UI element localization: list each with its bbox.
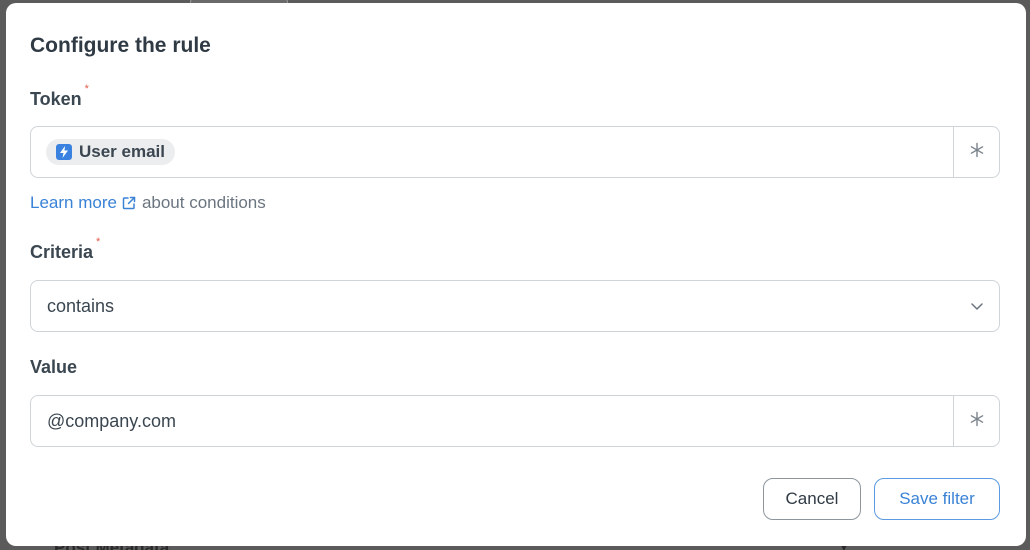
helper-suffix: about conditions <box>141 193 266 212</box>
token-chip-label: User email <box>79 142 165 161</box>
conditions-helper: Learn more about conditions <box>30 193 266 213</box>
criteria-label-text: Criteria <box>30 242 94 262</box>
lightning-icon <box>56 144 72 160</box>
token-chip[interactable]: User email <box>46 139 175 165</box>
cancel-button[interactable]: Cancel <box>763 478 861 520</box>
criteria-select[interactable]: contains <box>30 280 1000 332</box>
value-input-text[interactable]: @company.com <box>47 396 176 446</box>
token-label-text: Token <box>30 89 82 109</box>
value-insert-button[interactable] <box>953 396 999 446</box>
chevron-down-icon <box>969 298 985 319</box>
asterisk-icon <box>969 142 985 163</box>
configure-rule-dialog: Configure the rule Token * User email Lea… <box>6 3 1026 546</box>
value-field[interactable]: @company.com <box>30 395 1000 447</box>
value-label: Value <box>30 357 77 378</box>
token-field[interactable]: User email <box>30 126 1000 178</box>
criteria-label: Criteria * <box>30 236 100 263</box>
criteria-selected-value: contains <box>47 296 115 316</box>
token-insert-button[interactable] <box>953 127 999 177</box>
dialog-title: Configure the rule <box>30 34 211 57</box>
token-required-mark: * <box>84 83 89 95</box>
learn-more-link[interactable]: Learn more <box>30 193 142 213</box>
asterisk-icon <box>969 411 985 432</box>
save-filter-button[interactable]: Save filter <box>874 478 1000 520</box>
criteria-required-mark: * <box>96 236 101 248</box>
value-label-text: Value <box>30 357 78 377</box>
token-label: Token * <box>30 83 89 110</box>
learn-more-text: Learn more <box>30 193 117 212</box>
external-link-icon <box>121 195 137 211</box>
